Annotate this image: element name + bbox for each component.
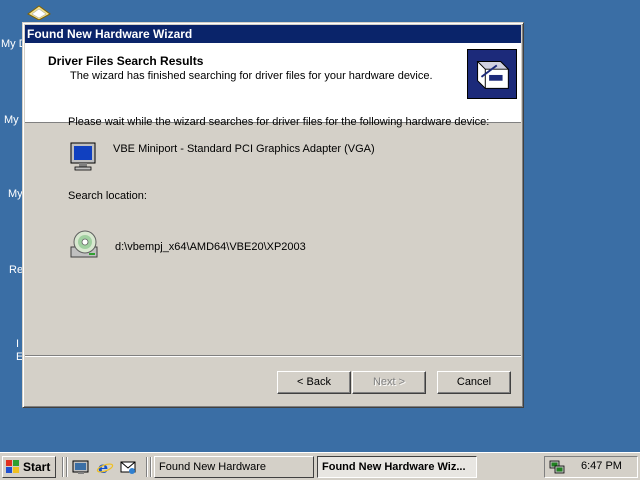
hardware-card-icon [467,49,517,99]
window-title-bar[interactable]: Found New Hardware Wizard [25,25,521,43]
taskbar: Start e Found New Hardware Found New Har… [0,452,640,480]
back-button[interactable]: < Back [277,371,351,394]
desktop-icon-label-my-computer[interactable]: My [4,114,19,126]
task-button-found-new-hardware[interactable]: Found New Hardware [154,456,314,478]
device-name: VBE Miniport - Standard PCI Graphics Ada… [113,143,375,155]
monitor-icon [70,142,96,171]
show-desktop-icon[interactable] [72,459,90,475]
task-button-wizard[interactable]: Found New Hardware Wiz... [317,456,477,478]
start-label: Start [23,460,51,474]
taskbar-separator [62,457,64,477]
search-path: d:\vbempj_x64\AMD64\VBE20\XP2003 [115,241,306,253]
system-tray: 6:47 PM [544,456,638,478]
start-button[interactable]: Start [2,456,56,478]
taskbar-separator [66,457,68,477]
desktop-icon-label-ie-1[interactable]: I [16,338,19,350]
next-button[interactable]: Next > [352,371,426,394]
cancel-button[interactable]: Cancel [437,371,511,394]
wizard-window: Found New Hardware Wizard Driver Files S… [22,22,524,408]
button-separator [25,355,521,357]
desktop-icon-label-recycle-bin[interactable]: Re [9,264,23,276]
desktop-folder-icon[interactable] [24,4,54,20]
taskbar-separator [146,457,148,477]
clock[interactable]: 6:47 PM [581,460,622,472]
windows-logo-icon [6,460,19,473]
wait-message: Please wait while the wizard searches fo… [68,116,490,128]
wizard-header: Driver Files Search Results The wizard h… [25,43,521,123]
header-title: Driver Files Search Results [48,54,204,68]
outlook-express-icon[interactable] [119,459,137,475]
desktop-icon-label-my-network[interactable]: My [8,188,23,200]
window-title: Found New Hardware Wizard [27,27,193,41]
internet-explorer-icon[interactable]: e [96,459,114,475]
search-location-label: Search location: [68,190,147,202]
network-tray-icon[interactable] [549,460,565,474]
cd-drive-icon [70,230,98,258]
header-subtitle: The wizard has finished searching for dr… [70,70,433,82]
taskbar-separator [150,457,152,477]
